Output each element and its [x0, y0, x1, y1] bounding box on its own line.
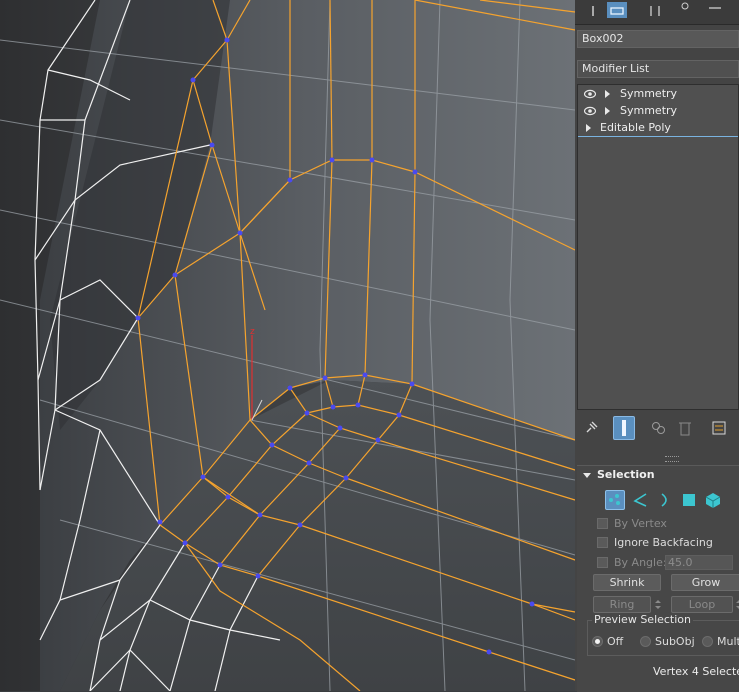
- vertex[interactable]: [396, 412, 402, 418]
- vertex[interactable]: [287, 177, 293, 183]
- panel-divider-grip[interactable]: [665, 456, 679, 462]
- configure-modifier-sets-icon[interactable]: [709, 418, 729, 438]
- modifier-stack: Symmetry Symmetry Editable Poly: [577, 84, 739, 410]
- vertex[interactable]: [182, 540, 188, 546]
- pin-stack-icon[interactable]: [581, 418, 601, 438]
- selection-rollout-header[interactable]: Selection: [583, 468, 655, 481]
- loop-button[interactable]: Loop: [671, 596, 733, 613]
- preview-multi-label: Multi: [717, 635, 739, 648]
- stack-toolbar: [575, 414, 739, 442]
- selection-rollout-title: Selection: [597, 468, 655, 481]
- command-panel-tabs: [575, 0, 739, 25]
- stack-item-label: Symmetry: [620, 104, 678, 117]
- modify-tab-icon[interactable]: [607, 2, 627, 18]
- ignore-backfacing-checkbox[interactable]: [597, 537, 608, 548]
- preview-selection-group: Preview Selection Off SubObj Multi: [587, 613, 739, 656]
- vertex[interactable]: [225, 494, 231, 500]
- modifier-list-dropdown[interactable]: Modifier List: [577, 60, 739, 78]
- by-angle-spinner[interactable]: 45.0: [665, 555, 733, 570]
- by-angle-checkbox[interactable]: [597, 557, 608, 568]
- vertex[interactable]: [322, 375, 328, 381]
- stack-item-label: Symmetry: [620, 87, 678, 100]
- vertex[interactable]: [362, 372, 368, 378]
- vertex[interactable]: [209, 142, 215, 148]
- expand-arrow-icon[interactable]: [586, 124, 591, 132]
- vertex-mode-button[interactable]: [605, 490, 625, 510]
- vertex[interactable]: [269, 442, 275, 448]
- eye-icon[interactable]: [584, 89, 596, 99]
- vertex[interactable]: [297, 522, 303, 528]
- vertex[interactable]: [157, 519, 163, 525]
- show-end-result-icon: [622, 420, 626, 436]
- preview-subobj-label: SubObj: [655, 635, 695, 648]
- preview-off-label: Off: [607, 635, 624, 648]
- vertex[interactable]: [369, 157, 375, 163]
- vertex[interactable]: [200, 474, 206, 480]
- vertex[interactable]: [529, 601, 535, 607]
- create-tab-icon[interactable]: [583, 2, 603, 18]
- radio-dot[interactable]: [592, 636, 603, 647]
- stack-item-symmetry-2[interactable]: Symmetry: [578, 103, 738, 119]
- grow-button[interactable]: Grow: [671, 574, 739, 591]
- motion-tab-icon[interactable]: [675, 2, 695, 18]
- stack-item-editable-poly[interactable]: Editable Poly: [578, 120, 738, 137]
- vertex[interactable]: [343, 475, 349, 481]
- vertex[interactable]: [337, 425, 343, 431]
- ignore-backfacing-label: Ignore Backfacing: [614, 536, 713, 549]
- hierarchy-tab-icon[interactable]: [645, 2, 665, 18]
- vertex[interactable]: [237, 230, 243, 236]
- gizmo-z-label: z: [250, 327, 255, 337]
- vertex[interactable]: [255, 573, 261, 579]
- element-mode-icon[interactable]: [703, 490, 723, 510]
- collapse-arrow-icon: [583, 472, 591, 478]
- border-mode-icon[interactable]: [655, 490, 675, 510]
- vertex-icon: [609, 494, 620, 505]
- stack-item-symmetry-1[interactable]: Symmetry: [578, 86, 738, 102]
- selection-status-text: Vertex 4 Selected: [653, 665, 739, 678]
- display-tab-icon[interactable]: [705, 2, 725, 18]
- stack-item-label: Editable Poly: [600, 121, 671, 134]
- vertex[interactable]: [306, 460, 312, 466]
- vertex[interactable]: [355, 402, 361, 408]
- expand-arrow-icon[interactable]: [605, 90, 610, 98]
- vertex[interactable]: [409, 381, 415, 387]
- vertex[interactable]: [135, 315, 141, 321]
- by-vertex-label: By Vertex: [614, 517, 667, 530]
- ring-spinner-icon[interactable]: [654, 597, 662, 612]
- object-name-field[interactable]: Box002: [577, 30, 739, 48]
- by-vertex-checkbox[interactable]: [597, 518, 608, 529]
- remove-modifier-icon[interactable]: [675, 418, 695, 438]
- vertex[interactable]: [224, 37, 230, 43]
- vertex[interactable]: [375, 437, 381, 443]
- loop-spinner-icon[interactable]: [735, 597, 739, 612]
- vertex[interactable]: [287, 385, 293, 391]
- vertex[interactable]: [217, 562, 223, 568]
- radio-dot[interactable]: [702, 636, 713, 647]
- by-angle-label: By Angle:: [614, 556, 667, 569]
- vertex[interactable]: [304, 410, 310, 416]
- command-panel: Box002 Modifier List Symmetry Symmetry E…: [575, 0, 739, 692]
- make-unique-icon[interactable]: [649, 418, 669, 438]
- eye-icon[interactable]: [584, 106, 596, 116]
- vertex[interactable]: [412, 169, 418, 175]
- polygon-mode-icon[interactable]: [679, 490, 699, 510]
- vertex[interactable]: [190, 77, 196, 83]
- vertex[interactable]: [329, 157, 335, 163]
- vertex[interactable]: [486, 649, 492, 655]
- vertex[interactable]: [172, 272, 178, 278]
- expand-arrow-icon[interactable]: [605, 107, 610, 115]
- preview-selection-title: Preview Selection: [592, 613, 694, 626]
- radio-dot[interactable]: [640, 636, 651, 647]
- edge-mode-icon[interactable]: [631, 490, 651, 510]
- ring-button[interactable]: Ring: [593, 596, 651, 613]
- selection-rollout: Selection By Vertex Ignore Backfacing By…: [577, 465, 739, 692]
- show-end-result-button[interactable]: [613, 416, 635, 440]
- shrink-button[interactable]: Shrink: [593, 574, 661, 591]
- vertex[interactable]: [257, 512, 263, 518]
- vertex[interactable]: [330, 404, 336, 410]
